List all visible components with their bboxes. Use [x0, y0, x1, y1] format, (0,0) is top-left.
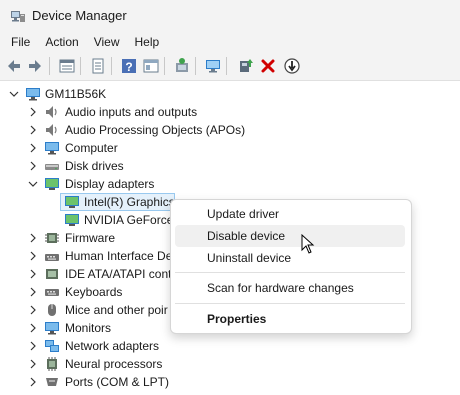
uninstall-device-menu-item[interactable]: Uninstall device [175, 247, 405, 269]
menu-item-label: Update driver [207, 207, 280, 221]
properties-icon[interactable] [58, 57, 76, 75]
disk-drive-icon [45, 164, 59, 170]
tree-node-network-adapters[interactable]: Network adapters [0, 337, 460, 355]
print-icon[interactable] [89, 57, 107, 75]
chevron-down-icon[interactable] [27, 175, 39, 193]
tree-root[interactable]: GM11B56K [0, 85, 460, 103]
forward-arrow-icon[interactable] [26, 57, 44, 75]
monitor-icon [45, 322, 59, 335]
menu-item-label: Uninstall device [207, 251, 292, 265]
toolbar-separator [80, 57, 81, 75]
tree-node-label: Computer [65, 141, 118, 155]
network-adapter-icon [45, 340, 59, 352]
back-arrow-icon[interactable] [5, 57, 23, 75]
ide-controller-icon [46, 269, 58, 279]
chevron-right-icon[interactable] [27, 265, 39, 283]
tree-node-audio-inputs[interactable]: Audio inputs and outputs [0, 103, 460, 121]
window-title: Device Manager [32, 8, 127, 23]
update-driver-menu-item[interactable]: Update driver [175, 203, 405, 225]
chevron-right-icon[interactable] [27, 301, 39, 319]
tree-node-label: NVIDIA GeForce [84, 213, 174, 227]
port-icon [46, 378, 58, 386]
tree-node-label: Neural processors [65, 357, 163, 371]
tree-node-label: Audio Processing Objects (APOs) [65, 123, 246, 137]
menu-bar: File Action View Help [0, 32, 460, 52]
keyboard-icon [45, 289, 59, 296]
chevron-right-icon[interactable] [27, 319, 39, 337]
display-adapter-icon [45, 178, 59, 190]
chevron-right-icon[interactable] [27, 283, 39, 301]
view-icon[interactable] [142, 57, 160, 75]
toolbar-separator [164, 57, 165, 75]
chevron-right-icon[interactable] [27, 121, 39, 139]
chevron-right-icon[interactable] [27, 247, 39, 265]
tree-node-label: Intel(R) Graphics [84, 195, 175, 209]
tree-node-label: Display adapters [65, 177, 155, 191]
toolbar-separator [49, 57, 50, 75]
chevron-right-icon[interactable] [27, 337, 39, 355]
tree-node-neural-processors[interactable]: Neural processors [0, 355, 460, 373]
menu-item-label: Properties [207, 312, 267, 326]
tree-node-computer[interactable]: Computer [0, 139, 460, 157]
display-adapter-icon [65, 196, 79, 208]
scan-hardware-icon[interactable] [173, 57, 191, 75]
toolbar-separator [111, 57, 112, 75]
chevron-right-icon[interactable] [27, 355, 39, 373]
menu-item-label: Disable device [207, 229, 286, 243]
menu-item-label: Scan for hardware changes [207, 281, 354, 295]
chevron-right-icon[interactable] [27, 157, 39, 175]
tree-node-label: Network adapters [65, 339, 160, 353]
menu-separator [175, 272, 405, 273]
tree-node-display-adapters[interactable]: Display adapters [0, 175, 460, 193]
tree-node-disk-drives[interactable]: Disk drives [0, 157, 460, 175]
chevron-right-icon[interactable] [27, 139, 39, 157]
chevron-down-icon[interactable] [8, 85, 20, 103]
tree-node-apos[interactable]: Audio Processing Objects (APOs) [0, 121, 460, 139]
tree-node-label: Human Interface De [65, 249, 173, 263]
tree-root-label: GM11B56K [45, 87, 107, 101]
chevron-right-icon[interactable] [27, 103, 39, 121]
computer-icon [26, 88, 40, 101]
speaker-icon [46, 106, 57, 118]
tree-node-label: Firmware [65, 231, 115, 245]
tree-node-label: Monitors [65, 321, 112, 335]
menu-file[interactable]: File [0, 32, 37, 52]
tree-node-label: Mice and other poir [65, 303, 168, 317]
computer-icon [45, 142, 59, 155]
processor-icon [47, 357, 57, 371]
toolbar: ? [0, 52, 460, 81]
menu-help[interactable]: Help [127, 32, 167, 52]
tree-node-label: Ports (COM & LPT) [65, 375, 170, 389]
menu-separator [175, 303, 405, 304]
monitor-icon[interactable] [204, 57, 222, 75]
display-adapter-icon [65, 214, 79, 226]
mouse-icon [48, 304, 56, 316]
toolbar-separator [195, 57, 196, 75]
menu-view[interactable]: View [86, 32, 127, 52]
chevron-right-icon[interactable] [27, 229, 39, 247]
properties-menu-item[interactable]: Properties [175, 308, 405, 330]
menu-action[interactable]: Action [37, 32, 85, 52]
mouse-cursor-icon [301, 234, 315, 254]
context-menu: Update driver Disable device Uninstall d… [170, 199, 412, 334]
update-driver-icon[interactable] [237, 57, 255, 75]
chevron-right-icon[interactable] [27, 373, 39, 391]
svg-text:?: ? [125, 60, 132, 74]
disable-device-menu-item[interactable]: Disable device [175, 225, 405, 247]
hid-icon [45, 254, 59, 261]
tree-node-label: Audio inputs and outputs [65, 105, 198, 119]
tree-node-ports[interactable]: Ports (COM & LPT) [0, 373, 460, 391]
scan-hardware-menu-item[interactable]: Scan for hardware changes [175, 277, 405, 299]
tree-node-label: IDE ATA/ATAPI cont [65, 267, 172, 281]
device-manager-app-icon [11, 11, 25, 22]
tree-node-label: Keyboards [65, 285, 123, 299]
chip-icon [45, 233, 59, 243]
speaker-icon [46, 124, 57, 136]
help-icon[interactable]: ? [120, 57, 138, 75]
toolbar-separator [226, 57, 227, 75]
disable-down-icon[interactable] [283, 57, 301, 75]
tree-node-label: Disk drives [65, 159, 124, 173]
title-bar: Device Manager [0, 0, 460, 32]
uninstall-x-icon[interactable] [259, 57, 277, 75]
